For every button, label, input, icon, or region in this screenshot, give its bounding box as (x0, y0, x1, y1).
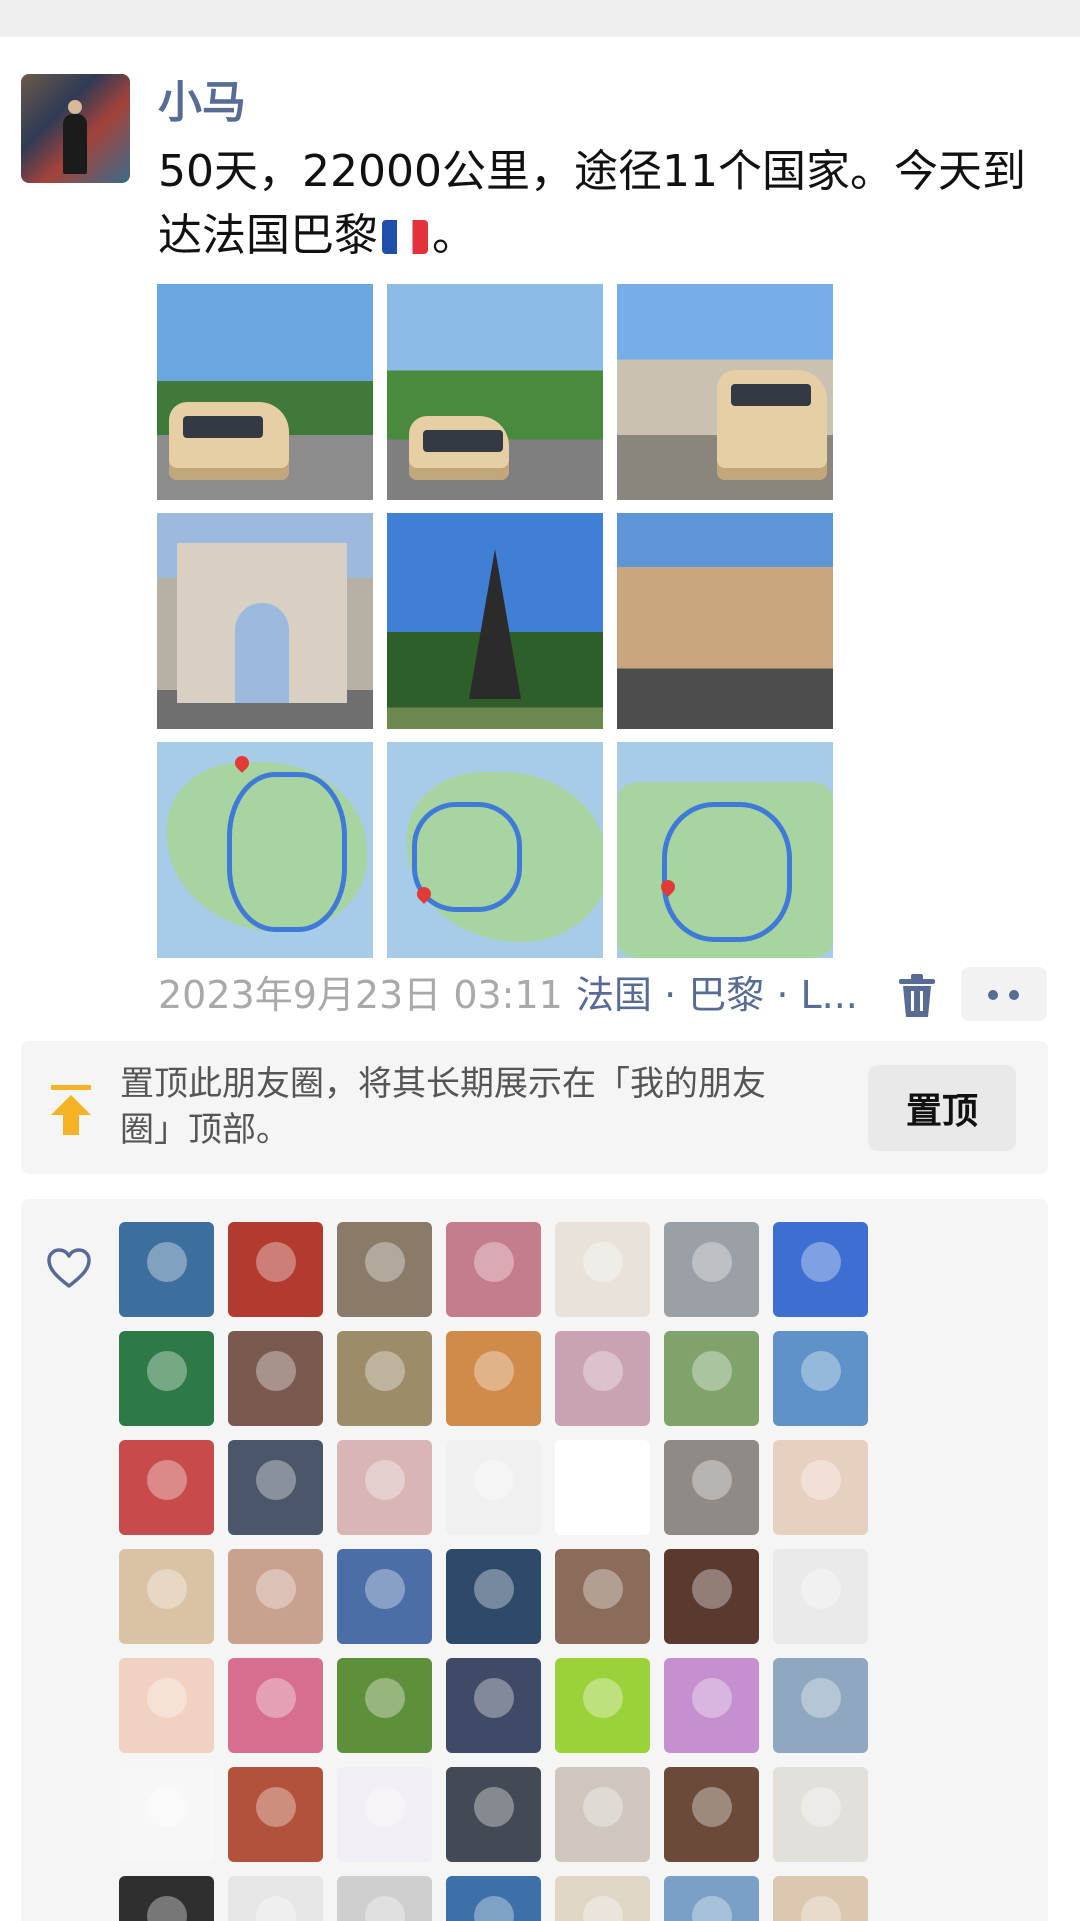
post-time: 2023年9月23日 03:11 (158, 973, 563, 1017)
liker-avatar[interactable] (228, 1222, 323, 1317)
liker-avatar[interactable] (555, 1222, 650, 1317)
trash-icon[interactable] (897, 973, 937, 1019)
liker-avatar[interactable] (337, 1549, 432, 1644)
liker-avatar[interactable] (337, 1767, 432, 1862)
dot-icon (988, 990, 998, 1000)
liker-avatar[interactable] (773, 1440, 868, 1535)
liker-avatar[interactable] (664, 1440, 759, 1535)
post-location[interactable]: 法国 · 巴黎 · L... (576, 970, 866, 1020)
liker-avatar-grid (119, 1222, 868, 1921)
liker-avatar[interactable] (555, 1658, 650, 1753)
heart-icon (47, 1248, 91, 1288)
van-near-eiffel-photo[interactable] (387, 284, 603, 500)
liker-avatar[interactable] (773, 1767, 868, 1862)
liker-avatar[interactable] (119, 1440, 214, 1535)
liker-avatar[interactable] (555, 1331, 650, 1426)
liker-avatar[interactable] (555, 1549, 650, 1644)
post-text-suffix: 。 (432, 210, 476, 261)
liker-avatar[interactable] (337, 1331, 432, 1426)
user-avatar[interactable] (21, 74, 130, 183)
liker-avatar[interactable] (773, 1549, 868, 1644)
likes-card (21, 1199, 1048, 1921)
liker-avatar[interactable] (446, 1658, 541, 1753)
route-map-russia-photo[interactable] (157, 742, 373, 958)
liker-avatar[interactable] (228, 1440, 323, 1535)
liker-avatar[interactable] (446, 1440, 541, 1535)
liker-avatar[interactable] (664, 1658, 759, 1753)
liker-avatar[interactable] (446, 1876, 541, 1921)
van-at-eiffel-photo[interactable] (157, 284, 373, 500)
paris-street-photo[interactable] (617, 513, 833, 729)
liker-avatar[interactable] (773, 1331, 868, 1426)
liker-avatar[interactable] (664, 1222, 759, 1317)
france-flag-icon (382, 220, 428, 254)
liker-avatar[interactable] (228, 1876, 323, 1921)
route-map-europe-photo[interactable] (617, 742, 833, 958)
liker-avatar[interactable] (773, 1222, 868, 1317)
liker-avatar[interactable] (664, 1876, 759, 1921)
liker-avatar[interactable] (337, 1440, 432, 1535)
liker-avatar[interactable] (119, 1658, 214, 1753)
liker-avatar[interactable] (555, 1767, 650, 1862)
liker-avatar[interactable] (555, 1876, 650, 1921)
liker-avatar[interactable] (337, 1658, 432, 1753)
liker-avatar[interactable] (119, 1222, 214, 1317)
liker-avatar[interactable] (446, 1331, 541, 1426)
liker-avatar[interactable] (446, 1767, 541, 1862)
eiffel-tower-photo[interactable] (387, 513, 603, 729)
liker-avatar[interactable] (228, 1331, 323, 1426)
avatar-figure (63, 100, 87, 174)
username[interactable]: 小马 (158, 74, 246, 132)
liker-avatar[interactable] (119, 1767, 214, 1862)
photo-grid (157, 284, 833, 958)
liker-avatar[interactable] (555, 1440, 650, 1535)
liker-avatar[interactable] (119, 1876, 214, 1921)
dot-icon (1009, 990, 1019, 1000)
liker-avatar[interactable] (664, 1331, 759, 1426)
liker-avatar[interactable] (337, 1222, 432, 1317)
arc-de-triomphe-photo[interactable] (157, 513, 373, 729)
pin-to-top-card: 置顶此朋友圈，将其长期展示在「我的朋友圈」顶部。 置顶 (21, 1041, 1048, 1174)
pin-description: 置顶此朋友圈，将其长期展示在「我的朋友圈」顶部。 (120, 1064, 766, 1150)
liker-avatar[interactable] (119, 1549, 214, 1644)
liker-avatar[interactable] (119, 1331, 214, 1426)
liker-avatar[interactable] (337, 1876, 432, 1921)
liker-avatar[interactable] (228, 1767, 323, 1862)
more-options-button[interactable] (961, 967, 1047, 1021)
post-body-text: 50天，22000公里，途径11个国家。今天到达法国巴黎 (158, 146, 1026, 261)
liker-avatar[interactable] (773, 1658, 868, 1753)
pin-top-icon (51, 1085, 91, 1135)
liker-avatar[interactable] (446, 1222, 541, 1317)
post-text: 50天，22000公里，途径11个国家。今天到达法国巴黎。 (158, 140, 1063, 268)
van-at-arc-photo[interactable] (617, 284, 833, 500)
liker-avatar[interactable] (664, 1767, 759, 1862)
liker-avatar[interactable] (664, 1549, 759, 1644)
liker-avatar[interactable] (446, 1549, 541, 1644)
liker-avatar[interactable] (228, 1549, 323, 1644)
liker-avatar[interactable] (773, 1876, 868, 1921)
route-map-scandinavia-photo[interactable] (387, 742, 603, 958)
liker-avatar[interactable] (228, 1658, 323, 1753)
pin-to-top-button[interactable]: 置顶 (868, 1065, 1016, 1151)
top-bar (0, 0, 1080, 37)
